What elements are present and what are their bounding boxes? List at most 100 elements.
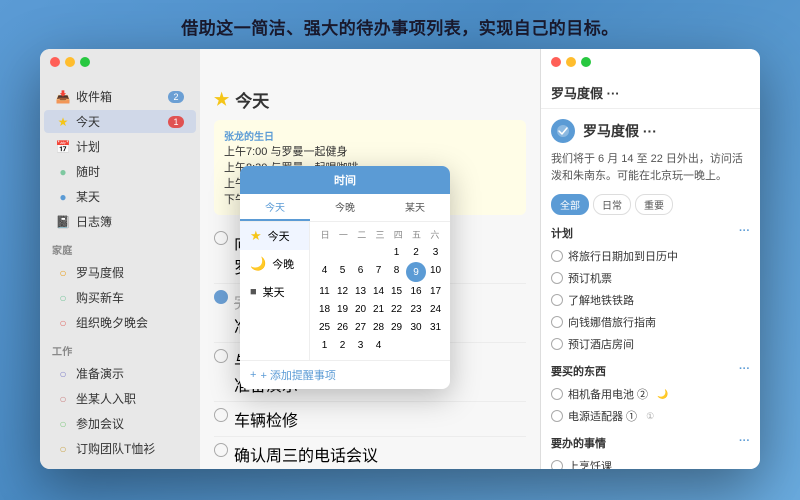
calendar-day[interactable]: 25: [316, 319, 333, 336]
plan-section-more[interactable]: ···: [739, 225, 750, 241]
day-header-3: 三: [371, 228, 389, 241]
calendar-day[interactable]: 20: [352, 301, 369, 318]
sidebar-item-random[interactable]: ● 随时: [44, 160, 196, 183]
plan-check-4[interactable]: [551, 338, 563, 350]
calendar-day[interactable]: [334, 244, 351, 261]
sidebar-item-onboard[interactable]: ○ 坐某人入职: [44, 387, 196, 410]
calendar-day[interactable]: 30: [406, 319, 426, 336]
todo-section-more[interactable]: ···: [739, 435, 750, 451]
calendar-day[interactable]: 6: [352, 262, 369, 282]
calendar-day[interactable]: 11: [316, 283, 333, 300]
minimize-button[interactable]: [65, 57, 75, 67]
task-check-1[interactable]: [214, 290, 228, 304]
sidebar-item-plan[interactable]: 📅 计划: [44, 135, 196, 158]
organize-label: 组织晚夕晚会: [76, 314, 148, 331]
sidebar-item-diary[interactable]: 📓 日志簿: [44, 210, 196, 233]
plus-cal-icon: +: [250, 369, 256, 381]
calendar-day[interactable]: 28: [370, 319, 387, 336]
rome-icon: ○: [56, 266, 70, 280]
attend-label: 参加会议: [76, 415, 124, 432]
cal-tab-evening[interactable]: 今晚: [310, 194, 380, 221]
sidebar-item-buycar[interactable]: ○ 购买新车: [44, 286, 196, 309]
filter-row: 全部 日常 重要: [551, 194, 750, 215]
list-item-someday[interactable]: ■ 某天: [240, 278, 309, 306]
buy-section-more[interactable]: ···: [739, 363, 750, 379]
maximize-button[interactable]: [80, 57, 90, 67]
plan-check-0[interactable]: [551, 250, 563, 262]
calendar-day[interactable]: 3: [427, 244, 444, 261]
sidebar-item-order[interactable]: ○ 订购团队T恤衫: [44, 437, 196, 460]
add-reminder-button[interactable]: + + 添加提醒事项: [240, 360, 450, 389]
calendar-day[interactable]: 29: [388, 319, 405, 336]
calendar-day[interactable]: 15: [388, 283, 405, 300]
sidebar-item-today[interactable]: ★ 今天 1: [44, 110, 196, 133]
calendar-day[interactable]: 12: [334, 283, 351, 300]
buy-check-1[interactable]: [551, 410, 563, 422]
calendar-day[interactable]: 27: [352, 319, 369, 336]
sidebar-item-prepare[interactable]: ○ 准备演示: [44, 362, 196, 385]
task-check-4[interactable]: [214, 443, 228, 457]
calendar-day[interactable]: 13: [352, 283, 369, 300]
calendar-day[interactable]: 9: [406, 262, 426, 282]
buy-check-0[interactable]: [551, 388, 563, 400]
detail-close[interactable]: [551, 57, 561, 67]
plan-check-2[interactable]: [551, 294, 563, 306]
calendar-day[interactable]: 19: [334, 301, 351, 318]
task-check-3[interactable]: [214, 408, 228, 422]
calendar-day[interactable]: [352, 244, 369, 261]
calendar-day[interactable]: [316, 244, 333, 261]
sidebar-item-inbox[interactable]: 📥 收件箱 2: [44, 85, 196, 108]
sidebar-item-attend[interactable]: ○ 参加会议: [44, 412, 196, 435]
calendar-day[interactable]: 31: [427, 319, 444, 336]
calendar-day[interactable]: 4: [316, 262, 333, 282]
calendar-day[interactable]: 4: [370, 337, 387, 354]
calendar-day[interactable]: 14: [370, 283, 387, 300]
calendar-day[interactable]: 8: [388, 262, 405, 282]
filter-daily[interactable]: 日常: [593, 194, 631, 215]
calendar-day[interactable]: 22: [388, 301, 405, 318]
calendar-day[interactable]: 21: [370, 301, 387, 318]
calendar-day[interactable]: 5: [334, 262, 351, 282]
star-icon: ★: [250, 228, 262, 244]
filter-all[interactable]: 全部: [551, 194, 589, 215]
calendar-day[interactable]: 17: [427, 283, 444, 300]
calendar-day[interactable]: 23: [406, 301, 426, 318]
detail-task-row: 向钱娜借旅行指南: [551, 311, 750, 333]
calendar-day[interactable]: 26: [334, 319, 351, 336]
calendar-day[interactable]: 10: [427, 262, 444, 282]
task-check-2[interactable]: [214, 349, 228, 363]
cal-tab-someday[interactable]: 某天: [380, 194, 450, 221]
calendar-day[interactable]: [388, 337, 405, 354]
calendar-day[interactable]: 16: [406, 283, 426, 300]
detail-maximize[interactable]: [581, 57, 591, 67]
calendar-day[interactable]: [427, 337, 444, 354]
list-item-today[interactable]: ★ 今天: [240, 222, 309, 250]
calendar-day[interactable]: 24: [427, 301, 444, 318]
calendar-day[interactable]: [406, 337, 426, 354]
calendar-day[interactable]: 7: [370, 262, 387, 282]
calendar-body: ★ 今天 🌙 今晚 ■ 某天 日 一 二 三: [240, 222, 450, 360]
close-button[interactable]: [50, 57, 60, 67]
plan-check-1[interactable]: [551, 272, 563, 284]
plan-task-4: 预订酒店房间: [568, 336, 634, 352]
cal-tab-today[interactable]: 今天: [240, 194, 310, 221]
calendar-day[interactable]: 18: [316, 301, 333, 318]
calendar-day[interactable]: 2: [406, 244, 426, 261]
calendar-day[interactable]: 1: [316, 337, 333, 354]
todo-check-0[interactable]: [551, 460, 563, 469]
plan-check-3[interactable]: [551, 316, 563, 328]
list-item-evening[interactable]: 🌙 今晚: [240, 250, 309, 278]
table-row: 确认周三的电话会议: [214, 437, 526, 469]
sidebar-item-rome[interactable]: ○ 罗马度假: [44, 261, 196, 284]
calendar-day[interactable]: 3: [352, 337, 369, 354]
calendar-day[interactable]: 2: [334, 337, 351, 354]
calendar-day[interactable]: 1: [388, 244, 405, 261]
sidebar-item-organize[interactable]: ○ 组织晚夕晚会: [44, 311, 196, 334]
day-header-5: 五: [407, 228, 425, 241]
sidebar-item-someday[interactable]: ● 某天: [44, 185, 196, 208]
detail-minimize[interactable]: [566, 57, 576, 67]
task-check-0[interactable]: [214, 231, 228, 245]
onboard-label: 坐某人入职: [76, 390, 136, 407]
calendar-day[interactable]: [370, 244, 387, 261]
filter-important[interactable]: 重要: [635, 194, 673, 215]
